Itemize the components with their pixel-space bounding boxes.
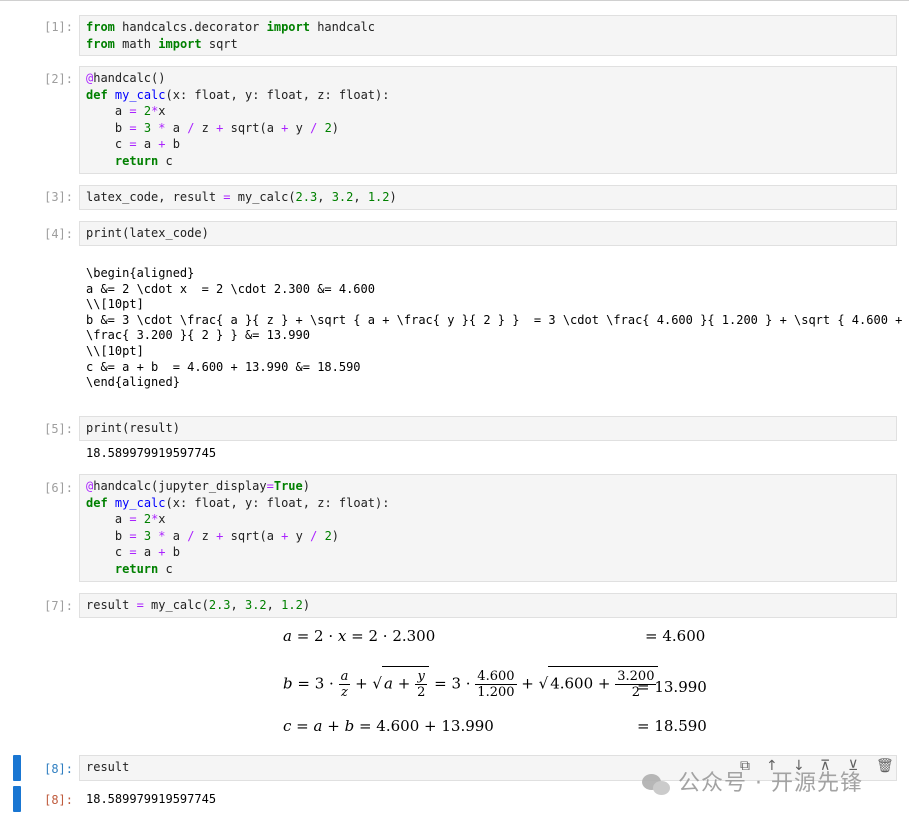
- code-text: @handcalc() def my_calc(x: float, y: flo…: [86, 71, 390, 168]
- output-prompt: [8]:: [44, 793, 73, 807]
- cell-prompt: [6]:: [44, 481, 73, 495]
- latex-output: \begin{aligned} a &= 2 \cdot x = 2 \cdot…: [86, 266, 903, 390]
- cell-prompt: [7]:: [44, 599, 73, 613]
- cell-prompt: [4]:: [44, 227, 73, 241]
- code-cell-input[interactable]: latex_code, result = my_calc(2.3, 3.2, 1…: [79, 185, 897, 210]
- code-text: print(latex_code): [86, 226, 209, 240]
- cell-prompt: [2]:: [44, 72, 73, 86]
- result-output: 18.589979919597745: [86, 446, 217, 460]
- code-cell-input[interactable]: result = my_calc(2.3, 3.2, 1.2): [79, 593, 897, 618]
- code-cell-input[interactable]: print(result): [79, 416, 897, 441]
- code-text: from handcalcs.decorator import handcalc…: [86, 20, 376, 51]
- result-output: 18.589979919597745: [86, 792, 217, 806]
- code-cell-input[interactable]: print(latex_code): [79, 221, 897, 246]
- code-text: latex_code, result = my_calc(2.3, 3.2, 1…: [86, 190, 397, 204]
- code-text: print(result): [86, 421, 180, 435]
- delete-icon[interactable]: 🗑: [876, 758, 894, 774]
- code-text: @handcalc(jupyter_display=True) def my_c…: [86, 479, 390, 576]
- watermark-text: 公众号 · 开源先锋: [678, 771, 863, 796]
- watermark: 公众号 · 开源先锋: [642, 765, 863, 797]
- math-row-b: b = 3 · az + √ a + y2 = 3 · 4.600 1.200 + …: [283, 666, 659, 700]
- math-row-a: a = 2 · x = 2 · 2.300: [283, 627, 436, 645]
- code-text: result = my_calc(2.3, 3.2, 1.2): [86, 598, 311, 612]
- cell-prompt: [1]:: [44, 20, 73, 34]
- math-row-c-result: = 18.590: [637, 717, 707, 735]
- code-cell-input[interactable]: @handcalc(jupyter_display=True) def my_c…: [79, 474, 897, 582]
- wechat-icon: [642, 772, 672, 796]
- cell-prompt: [3]:: [44, 190, 73, 204]
- math-row-b-result: = 13.990: [637, 678, 707, 696]
- code-cell-input[interactable]: @handcalc() def my_calc(x: float, y: flo…: [79, 66, 897, 174]
- top-divider: [0, 0, 909, 1]
- cell-prompt: [8]:: [44, 762, 73, 776]
- code-cell-input[interactable]: from handcalcs.decorator import handcalc…: [79, 15, 897, 56]
- cell-prompt: [5]:: [44, 422, 73, 436]
- math-row-c: c = a + b = 4.600 + 13.990: [283, 717, 494, 735]
- math-row-a-result: = 4.600: [645, 627, 706, 645]
